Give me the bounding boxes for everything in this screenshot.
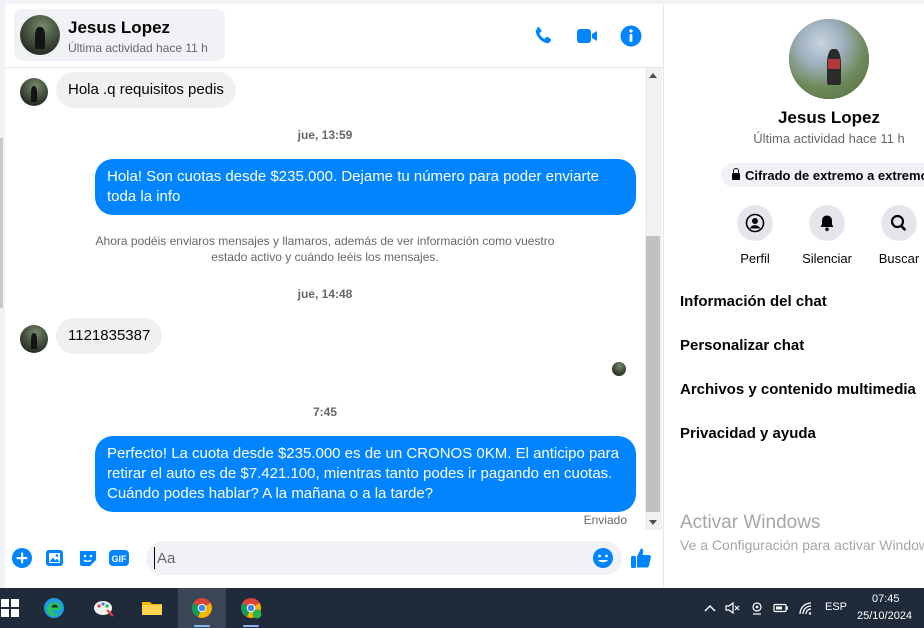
message-incoming[interactable]: 1121835387 — [56, 318, 163, 354]
input-language[interactable]: ESP — [825, 601, 847, 613]
message-input-box[interactable] — [146, 541, 622, 575]
contact-name: Jesus Lopez — [68, 18, 171, 37]
battery-icon[interactable] — [773, 600, 789, 616]
search-action-label: Buscar — [878, 251, 920, 266]
sent-status: Enviado — [583, 513, 627, 527]
chrome-profile-icon[interactable] — [227, 588, 275, 628]
message-scrollbar[interactable] — [645, 68, 662, 530]
contact-profile-button[interactable]: Jesus Lopez Última actividad hace 11 h — [14, 9, 225, 61]
start-button[interactable] — [0, 588, 34, 628]
phone-icon[interactable] — [531, 24, 555, 48]
plus-icon[interactable] — [11, 547, 33, 569]
file-explorer-icon[interactable] — [128, 588, 176, 628]
camera-privacy-icon[interactable] — [749, 600, 765, 616]
info-icon[interactable] — [619, 24, 643, 48]
svg-text:GIF: GIF — [112, 554, 128, 564]
profile-photo[interactable] — [789, 19, 869, 99]
mute-action-label: Silenciar — [802, 251, 852, 266]
gif-icon[interactable]: GIF — [108, 547, 130, 569]
message-list[interactable]: Hola .q requisitos pedis jue, 13:59 Hola… — [5, 68, 645, 530]
message-incoming[interactable]: Hola .q requisitos pedis — [56, 72, 236, 108]
activate-windows-title: Activar Windows — [680, 512, 821, 533]
activate-windows-subtitle: Ve a Configuración para activar Windows. — [680, 537, 924, 553]
chrome-browser-icon[interactable] — [178, 588, 226, 628]
paint-app-icon[interactable] — [80, 588, 128, 628]
encryption-badge[interactable]: Cifrado de extremo a extremo — [721, 163, 924, 187]
timestamp-separator: jue, 13:59 — [297, 128, 353, 142]
menu-customize-chat[interactable]: Personalizar chat — [680, 337, 804, 354]
message-outgoing[interactable]: Perfecto! La cuota desde $235.000 es de … — [95, 436, 636, 512]
edge-browser-icon[interactable] — [30, 588, 78, 628]
speaker-muted-icon[interactable] — [724, 600, 740, 616]
encryption-label: Cifrado de extremo a extremo — [745, 168, 924, 183]
profile-action-label: Perfil — [740, 251, 770, 266]
clock-time[interactable]: 07:45 — [872, 593, 900, 605]
timestamp-separator: jue, 14:48 — [297, 287, 353, 301]
profile-status: Última actividad hace 11 h — [753, 131, 905, 146]
clock-date[interactable]: 25/10/2024 — [857, 610, 912, 622]
emoji-icon[interactable] — [592, 547, 614, 569]
system-notice: Ahora podéis enviaros mensajes y llamaro… — [95, 234, 555, 264]
lock-icon — [732, 168, 740, 180]
bell-icon — [809, 205, 845, 241]
message-input[interactable] — [154, 547, 584, 569]
timestamp-separator: 7:45 — [312, 405, 338, 419]
video-camera-icon[interactable] — [575, 24, 599, 48]
sticker-icon[interactable] — [77, 547, 99, 569]
menu-chat-info[interactable]: Información del chat — [680, 293, 827, 310]
profile-icon — [737, 205, 773, 241]
message-composer: GIF — [5, 530, 663, 588]
chevron-up-icon[interactable] — [702, 600, 718, 616]
scroll-thumb[interactable] — [646, 236, 660, 512]
image-icon[interactable] — [44, 547, 66, 569]
chat-header: Jesus Lopez Última actividad hace 11 h — [5, 4, 663, 68]
thumbs-up-icon[interactable] — [629, 546, 653, 570]
contact-avatar-small — [20, 325, 48, 353]
contact-avatar — [20, 15, 60, 55]
taskbar: ESP 07:45 25/10/2024 — [0, 588, 924, 628]
background-scrollbar[interactable] — [0, 138, 3, 308]
running-indicator — [243, 625, 259, 627]
search-icon — [881, 205, 917, 241]
profile-name: Jesus Lopez — [777, 108, 881, 127]
chat-details-panel: Jesus Lopez Última actividad hace 11 h C… — [664, 4, 924, 588]
contact-status: Última actividad hace 11 h — [68, 41, 208, 55]
wifi-icon[interactable] — [797, 600, 813, 616]
profile-action[interactable]: Perfil — [725, 205, 785, 266]
mute-action[interactable]: Silenciar — [797, 205, 857, 266]
menu-privacy-help[interactable]: Privacidad y ayuda — [680, 425, 816, 442]
contact-avatar-small — [20, 78, 48, 106]
scroll-down-arrow[interactable] — [649, 520, 657, 525]
menu-files-media[interactable]: Archivos y contenido multimedia — [680, 381, 916, 398]
message-outgoing[interactable]: Hola! Son cuotas desde $235.000. Dejame … — [95, 159, 636, 215]
active-indicator — [194, 625, 210, 627]
read-receipt-avatar — [612, 362, 626, 376]
screen: Jesus Lopez Última actividad hace 11 h H… — [0, 0, 924, 628]
scroll-up-arrow[interactable] — [649, 73, 657, 78]
search-action[interactable]: Buscar — [869, 205, 924, 266]
